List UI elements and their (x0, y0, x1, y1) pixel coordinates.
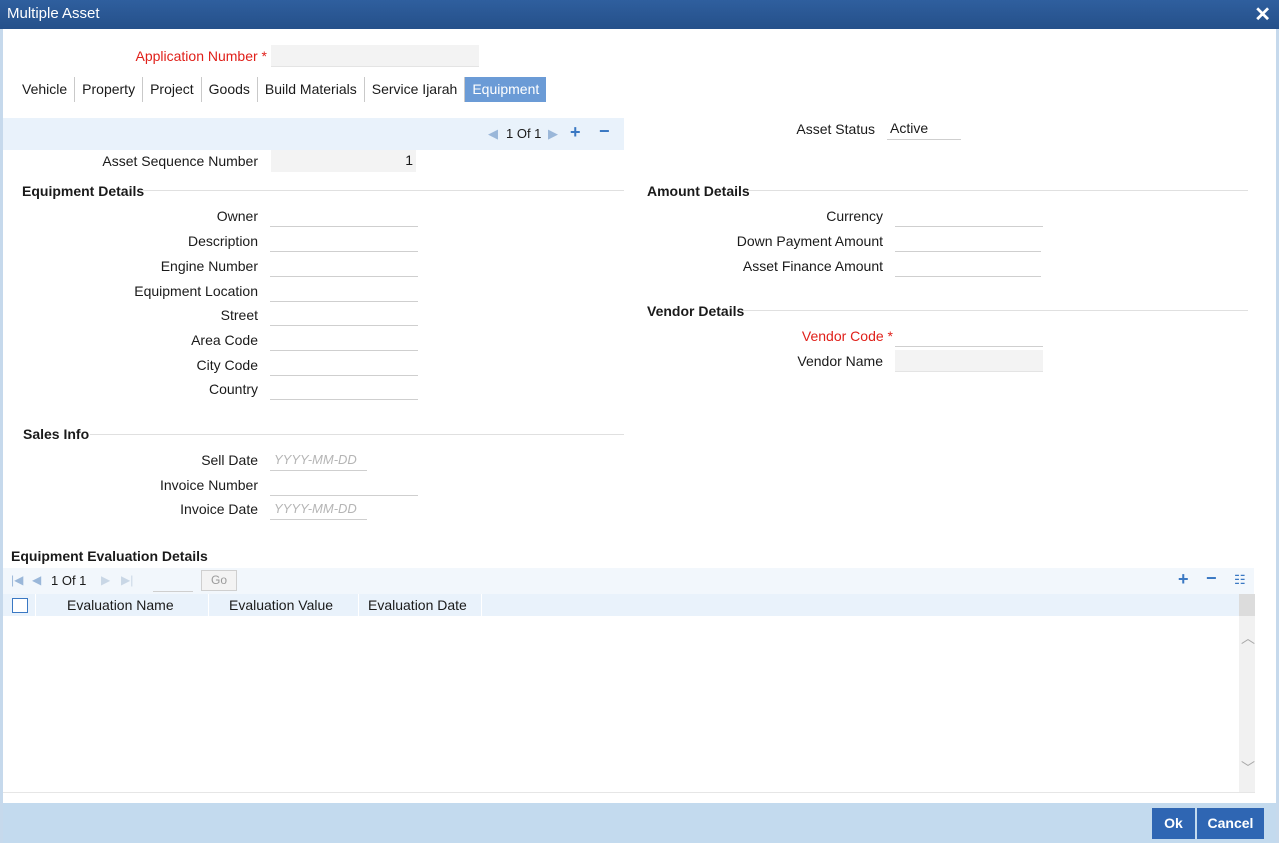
asset-sequence-value: 1 (271, 150, 416, 172)
currency-label: Currency (826, 208, 883, 224)
previous-record-icon[interactable]: ◀ (488, 126, 498, 142)
required-marker: * (261, 48, 267, 64)
column-header-evaluation-date[interactable]: Evaluation Date (368, 597, 467, 613)
sell-date-label: Sell Date (201, 452, 258, 468)
next-record-icon[interactable]: ▶ (548, 126, 558, 142)
invoice-number-label: Invoice Number (159, 477, 258, 493)
column-divider (358, 594, 359, 616)
area-code-label: Area Code (191, 332, 258, 348)
title-bar: Multiple Asset ✕ (0, 0, 1279, 29)
equipment-location-input[interactable] (270, 280, 418, 302)
first-page-icon[interactable]: |◀ (11, 573, 23, 587)
sell-date-input[interactable] (270, 449, 367, 471)
grid-page-text: 1 Of 1 (51, 573, 87, 588)
asset-status-label: Asset Status (796, 121, 875, 137)
section-divider (90, 434, 624, 435)
required-marker: * (887, 328, 893, 344)
country-input[interactable] (270, 378, 418, 400)
application-number-label: Application Number * (135, 48, 267, 64)
tab-equipment[interactable]: Equipment (465, 77, 547, 102)
column-divider (35, 594, 36, 616)
grid-bottom-border (3, 792, 1255, 793)
asset-finance-input[interactable] (895, 255, 1041, 277)
vendor-code-input[interactable] (895, 325, 1043, 347)
street-label: Street (220, 307, 258, 323)
street-input[interactable] (270, 304, 418, 326)
vendor-name-input[interactable] (895, 350, 1043, 372)
invoice-date-input[interactable] (270, 498, 367, 520)
area-code-input[interactable] (270, 329, 418, 351)
asset-sequence-label: Asset Sequence Number (102, 153, 258, 169)
down-payment-label: Down Payment Amount (736, 233, 883, 249)
asset-type-tabs: Vehicle Property Project Goods Build Mat… (15, 77, 547, 102)
down-payment-input[interactable] (895, 230, 1041, 252)
description-label: Description (187, 233, 258, 249)
scroll-up-icon[interactable]: ︿ (1241, 628, 1255, 648)
go-button[interactable]: Go (201, 570, 237, 591)
delete-row-icon[interactable]: − (1206, 568, 1217, 589)
scroll-down-icon[interactable]: ﹀ (1241, 758, 1255, 778)
tab-build-materials[interactable]: Build Materials (258, 77, 365, 102)
window-title: Multiple Asset (7, 5, 100, 22)
tab-property[interactable]: Property (75, 77, 144, 102)
column-divider (481, 594, 482, 616)
evaluation-grid-header: Evaluation Name Evaluation Value Evaluat… (3, 594, 1239, 616)
city-code-label: City Code (196, 357, 258, 373)
equipment-location-label: Equipment Location (134, 283, 258, 299)
grid-scrollbar[interactable]: ︿ ﹀ (1239, 594, 1255, 792)
tab-vehicle[interactable]: Vehicle (15, 77, 76, 102)
tab-service-ijarah[interactable]: Service Ijarah (365, 77, 466, 102)
delete-record-icon[interactable]: − (599, 121, 610, 142)
city-code-input[interactable] (270, 354, 418, 376)
cancel-button[interactable]: Cancel (1197, 808, 1264, 839)
asset-finance-label: Asset Finance Amount (742, 258, 883, 274)
evaluation-grid-toolbar: |◀ ◀ 1 Of 1 ▶ ▶| Go + − ☷ (3, 568, 1254, 594)
close-icon[interactable]: ✕ (1254, 2, 1271, 27)
invoice-date-label: Invoice Date (180, 501, 258, 517)
vendor-name-label: Vendor Name (797, 353, 883, 369)
vendor-code-label-text: Vendor Code (801, 328, 884, 344)
owner-input[interactable] (270, 205, 418, 227)
select-all-checkbox[interactable] (12, 598, 28, 613)
engine-number-input[interactable] (270, 255, 418, 277)
currency-input[interactable] (895, 205, 1043, 227)
scrollbar-corner (1239, 594, 1255, 616)
section-divider (748, 190, 1248, 191)
next-page-icon[interactable]: ▶ (101, 573, 110, 587)
application-number-input[interactable] (271, 45, 479, 67)
invoice-number-input[interactable] (270, 474, 418, 496)
application-number-label-text: Application Number (135, 48, 258, 64)
column-divider (208, 594, 209, 616)
owner-label: Owner (216, 208, 258, 224)
asset-status-value: Active (887, 118, 961, 140)
last-page-icon[interactable]: ▶| (121, 573, 133, 587)
section-divider (744, 310, 1248, 311)
vendor-code-label: Vendor Code * (802, 328, 893, 344)
add-record-icon[interactable]: + (570, 122, 581, 143)
column-header-evaluation-value[interactable]: Evaluation Value (229, 597, 333, 613)
amount-details-heading: Amount Details (647, 183, 750, 199)
evaluation-grid-body (3, 616, 1239, 792)
add-row-icon[interactable]: + (1178, 569, 1189, 590)
record-navigation-bar: ◀ 1 Of 1 ▶ + − (3, 118, 624, 150)
section-divider (140, 190, 624, 191)
country-label: Country (208, 381, 258, 397)
dialog-footer (3, 803, 1276, 843)
previous-page-icon[interactable]: ◀ (32, 573, 41, 587)
list-view-icon[interactable]: ☷ (1234, 572, 1246, 588)
tab-project[interactable]: Project (143, 77, 202, 102)
tab-goods[interactable]: Goods (202, 77, 258, 102)
vendor-details-heading: Vendor Details (647, 303, 745, 319)
record-page-text: 1 Of 1 (506, 126, 542, 141)
page-number-input[interactable] (153, 570, 193, 592)
ok-button[interactable]: Ok (1152, 808, 1195, 839)
engine-number-label: Engine Number (160, 258, 258, 274)
evaluation-details-heading: Equipment Evaluation Details (11, 548, 208, 564)
description-input[interactable] (270, 230, 418, 252)
sales-info-heading: Sales Info (23, 426, 90, 442)
equipment-details-heading: Equipment Details (22, 183, 145, 199)
column-header-evaluation-name[interactable]: Evaluation Name (67, 597, 174, 613)
